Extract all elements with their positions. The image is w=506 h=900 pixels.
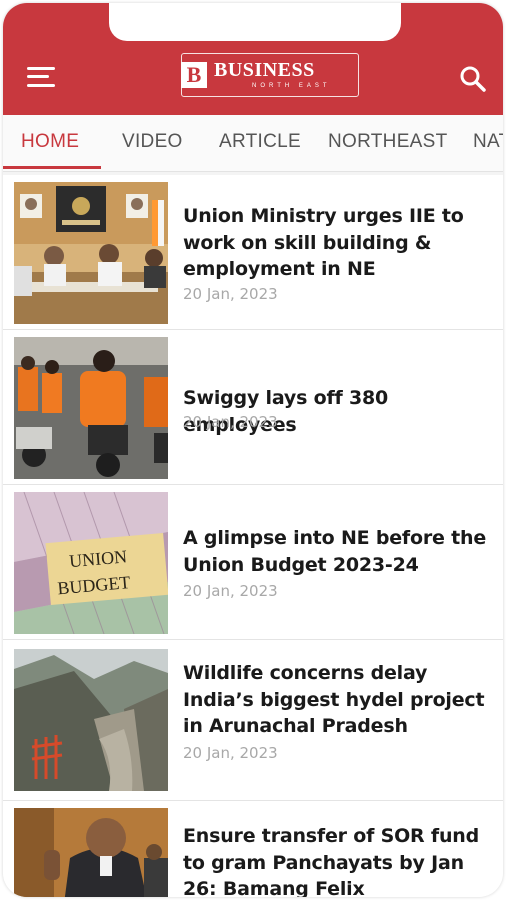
article-date: 20 Jan, 2023 — [183, 413, 278, 431]
article-card[interactable]: UNION BUDGET A glimpse into NE before th… — [3, 485, 503, 640]
tab-northeast[interactable]: NORTHEAST — [328, 131, 448, 153]
search-icon[interactable] — [459, 65, 487, 93]
hamburger-icon[interactable] — [27, 65, 57, 89]
logo-title: BUSINESS — [214, 59, 315, 81]
active-tab-indicator — [3, 166, 101, 169]
app-logo[interactable]: B BUSINESS NORTH EAST — [181, 53, 359, 97]
tab-article[interactable]: ARTICLE — [219, 131, 301, 153]
article-headline[interactable]: Ensure transfer of SOR fund to gram Panc… — [183, 823, 488, 897]
tab-national[interactable]: NATIONAL — [473, 131, 503, 153]
logo-subtitle: NORTH EAST — [252, 83, 331, 89]
article-date: 20 Jan, 2023 — [183, 744, 278, 762]
tab-video[interactable]: VIDEO — [122, 131, 183, 153]
article-card[interactable]: Wildlife concerns delay India’s biggest … — [3, 640, 503, 801]
app-header: B BUSINESS NORTH EAST — [3, 3, 503, 115]
article-thumbnail[interactable] — [14, 649, 168, 791]
phone-frame: B BUSINESS NORTH EAST HOME VIDEO ARTICLE… — [3, 3, 503, 897]
article-thumbnail[interactable] — [14, 808, 168, 897]
article-date: 20 Jan, 2023 — [183, 285, 278, 303]
device-notch — [109, 3, 401, 41]
tab-home[interactable]: HOME — [21, 131, 79, 153]
article-card[interactable]: Union Ministry urges IIE to work on skil… — [3, 175, 503, 330]
article-headline[interactable]: Wildlife concerns delay India’s biggest … — [183, 660, 488, 740]
article-headline[interactable]: A glimpse into NE before the Union Budge… — [183, 525, 488, 578]
category-tabs: HOME VIDEO ARTICLE NORTHEAST NATIONAL — [3, 115, 503, 172]
article-thumbnail[interactable]: UNION BUDGET — [14, 492, 168, 634]
logo-badge: B — [181, 62, 207, 88]
article-thumbnail[interactable] — [14, 337, 168, 479]
article-thumbnail[interactable] — [14, 182, 168, 324]
article-card[interactable]: Swiggy lays off 380 employees 20 Jan, 20… — [3, 330, 503, 485]
article-headline[interactable]: Union Ministry urges IIE to work on skil… — [183, 203, 488, 283]
article-card[interactable]: Ensure transfer of SOR fund to gram Panc… — [3, 801, 503, 897]
article-date: 20 Jan, 2023 — [183, 582, 278, 600]
